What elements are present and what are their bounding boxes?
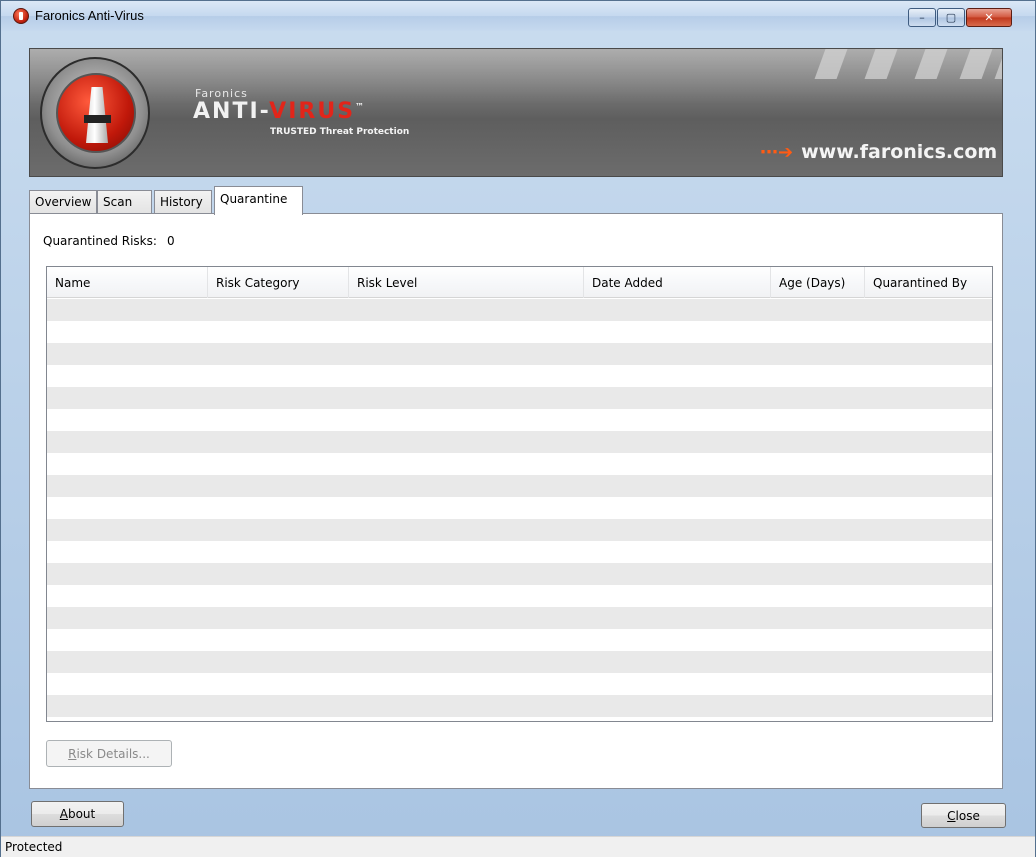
lighthouse-logo [40,57,150,169]
brand-anti-virus: ANTI-VIRUS™ [193,99,367,124]
empty-list-row [47,475,992,497]
list-header: Name Risk Category Risk Level Date Added… [47,267,992,298]
maximize-button[interactable]: ▢ [937,8,965,27]
empty-list-row [47,673,992,695]
quarantine-list[interactable]: Name Risk Category Risk Level Date Added… [46,266,993,722]
empty-list-row [47,365,992,387]
brand-tagline: TRUSTED Threat Protection [270,127,410,137]
empty-list-row [47,629,992,651]
app-icon [13,8,29,24]
decorative-stripes [800,49,1002,81]
maximize-icon: ▢ [945,11,957,24]
empty-list-row [47,431,992,453]
quarantine-count-value: 0 [166,234,175,248]
empty-list-row [47,497,992,519]
title-bar[interactable]: Faronics Anti-Virus – ▢ ✕ [1,1,1035,31]
empty-list-row [47,321,992,343]
empty-list-row [47,717,992,721]
status-text: Protected [5,840,63,854]
empty-list-row [47,607,992,629]
close-button[interactable]: Close [921,803,1006,828]
tab-scan[interactable]: Scan [97,190,152,214]
about-button[interactable]: About [31,801,124,827]
quarantine-count-label: Quarantined Risks: [43,234,157,248]
window-title: Faronics Anti-Virus [35,8,144,23]
empty-list-row [47,343,992,365]
empty-list-row [47,299,992,321]
quarantine-panel: Quarantined Risks: 0 Name Risk Category R… [29,213,1003,789]
product-banner: Faronics ANTI-VIRUS™ TRUSTED Threat Prot… [29,48,1003,177]
minimize-button[interactable]: – [908,8,936,27]
status-bar: Protected [1,836,1035,857]
tab-quarantine[interactable]: Quarantine [214,186,303,215]
column-header-risk-level[interactable]: Risk Level [349,267,584,298]
empty-list-row [47,585,992,607]
close-window-button[interactable]: ✕ [966,8,1012,27]
website-url: www.faronics.com [801,141,998,163]
logo-inner-disc [56,73,136,153]
empty-list-row [47,563,992,585]
empty-list-row [47,695,992,717]
arrow-icon: ⋯➔ [760,141,794,163]
list-body [47,299,992,721]
app-window: Faronics Anti-Virus – ▢ ✕ Faronics ANTI-… [0,0,1036,857]
tab-overview[interactable]: Overview [29,190,97,214]
empty-list-row [47,541,992,563]
column-header-risk-category[interactable]: Risk Category [208,267,349,298]
minimize-icon: – [919,11,925,24]
risk-details-button: Risk Details... [46,740,172,767]
column-header-age-days[interactable]: Age (Days) [771,267,865,298]
empty-list-row [47,387,992,409]
empty-list-row [47,651,992,673]
tab-history[interactable]: History [154,190,212,214]
empty-list-row [47,453,992,475]
quarantine-count: Quarantined Risks: 0 [43,234,175,248]
website-link[interactable]: ⋯➔ www.faronics.com [760,141,997,163]
empty-list-row [47,519,992,541]
column-header-quarantined-by[interactable]: Quarantined By [865,267,992,298]
column-header-date-added[interactable]: Date Added [584,267,771,298]
empty-list-row [47,409,992,431]
column-header-name[interactable]: Name [47,267,208,298]
close-icon: ✕ [984,11,994,24]
